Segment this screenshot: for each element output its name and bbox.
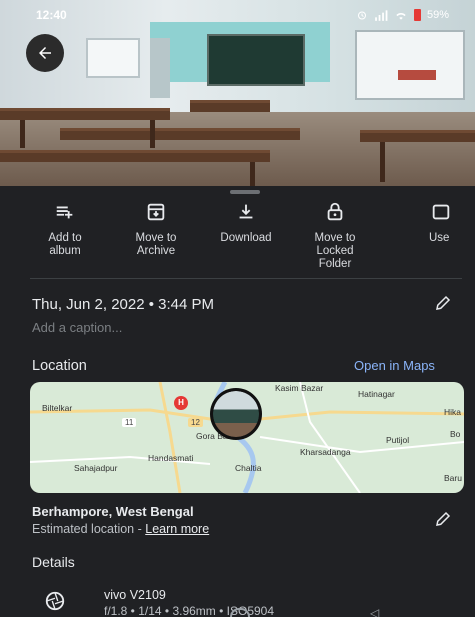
photo-blackboard [207,34,305,86]
map-label: Handasmati [148,453,194,463]
map-label: Baru [444,473,462,483]
photo-window [86,38,140,78]
pencil-icon [436,295,451,310]
estimated-location: Estimated location - Learn more [32,522,209,536]
battery-percent: 59% [426,9,449,21]
estimated-location-text: Estimated location - [32,522,146,536]
map-label: Biltelkar [42,403,73,413]
map-label: Chaltia [235,463,262,473]
photo-floor [0,112,475,186]
map-label: Kharsadanga [300,447,351,457]
add-to-album-button[interactable]: Add to album [20,200,110,258]
divider [30,278,462,279]
move-to-archive-label: Move to Archive [135,232,177,257]
open-in-maps-link[interactable]: Open in Maps [354,358,435,373]
use-as-button[interactable]: Use [425,200,475,245]
camera-model: vivo V2109 [104,588,166,602]
photo-door [150,38,170,98]
use-as-label: Use [429,232,450,244]
move-to-locked-folder-label: Move to Locked Folder [314,232,356,270]
download-label: Download [220,232,272,244]
photo-bench-leg [380,142,385,182]
action-row: Add to album Move to Archive Download Mo… [0,200,475,278]
use-as-icon [429,200,453,224]
back-button[interactable] [26,34,64,72]
arrow-left-icon [39,47,51,59]
aperture-icon [44,590,66,617]
photo-shelf [398,70,436,80]
battery-icon [413,9,421,21]
location-name: Berhampore, West Bengal [32,504,194,519]
archive-icon [144,200,168,224]
move-to-archive-button[interactable]: Move to Archive [111,200,201,258]
photo-bench [60,128,300,140]
move-to-locked-folder-button[interactable]: Move to Locked Folder [290,200,380,271]
playlist-add-icon [53,200,77,224]
learn-more-link[interactable]: Learn more [145,522,209,536]
details-heading: Details [32,554,75,570]
location-heading: Location [32,358,87,374]
map-label: Kasim Bazar [275,383,324,393]
signal-icon [375,10,388,21]
location-map[interactable]: H Kasim Bazar Hatinagar Biltelkar Gora B… [30,382,464,493]
map-hospital-pin: H [174,396,188,410]
photo-bench [0,108,170,120]
nav-home-icon[interactable] [230,608,250,617]
photo-window-right [355,30,465,100]
photo-bench-leg [250,162,255,186]
map-road-badge: 11 [122,418,137,427]
photo-bench [190,100,270,112]
add-to-album-label: Add to album [48,232,82,257]
drag-handle[interactable] [230,190,260,194]
map-road-badge: 12 [188,418,203,427]
edit-location-button[interactable] [434,510,452,533]
status-time: 12:40 [36,8,67,22]
map-label: Hatinagar [358,389,395,399]
photo-bench-leg [150,120,155,148]
download-button[interactable]: Download [201,200,291,245]
wifi-icon [396,12,406,20]
map-label: Putijol [386,435,410,445]
map-label: Hika [444,407,462,417]
map-photo-marker [210,388,262,440]
pencil-icon [436,511,451,526]
nav-back-icon[interactable]: ◁ [370,606,379,617]
alarm-icon [357,11,366,20]
status-bar: 12:40 59% [0,0,475,30]
lock-icon [323,200,347,224]
download-icon [234,200,258,224]
photo-bench [0,150,270,162]
map-label: Sahajadpur [74,463,118,473]
edit-datetime-button[interactable] [434,294,452,317]
photo-datetime: Thu, Jun 2, 2022 • 3:44 PM [32,296,215,313]
photo-bench [360,130,475,142]
photo-bench-leg [20,120,25,148]
map-label: Bo [450,429,461,439]
info-sheet: Add to album Move to Archive Download Mo… [0,186,475,617]
status-icons: 59% [356,9,449,21]
caption-input[interactable]: Add a caption... [32,320,122,335]
